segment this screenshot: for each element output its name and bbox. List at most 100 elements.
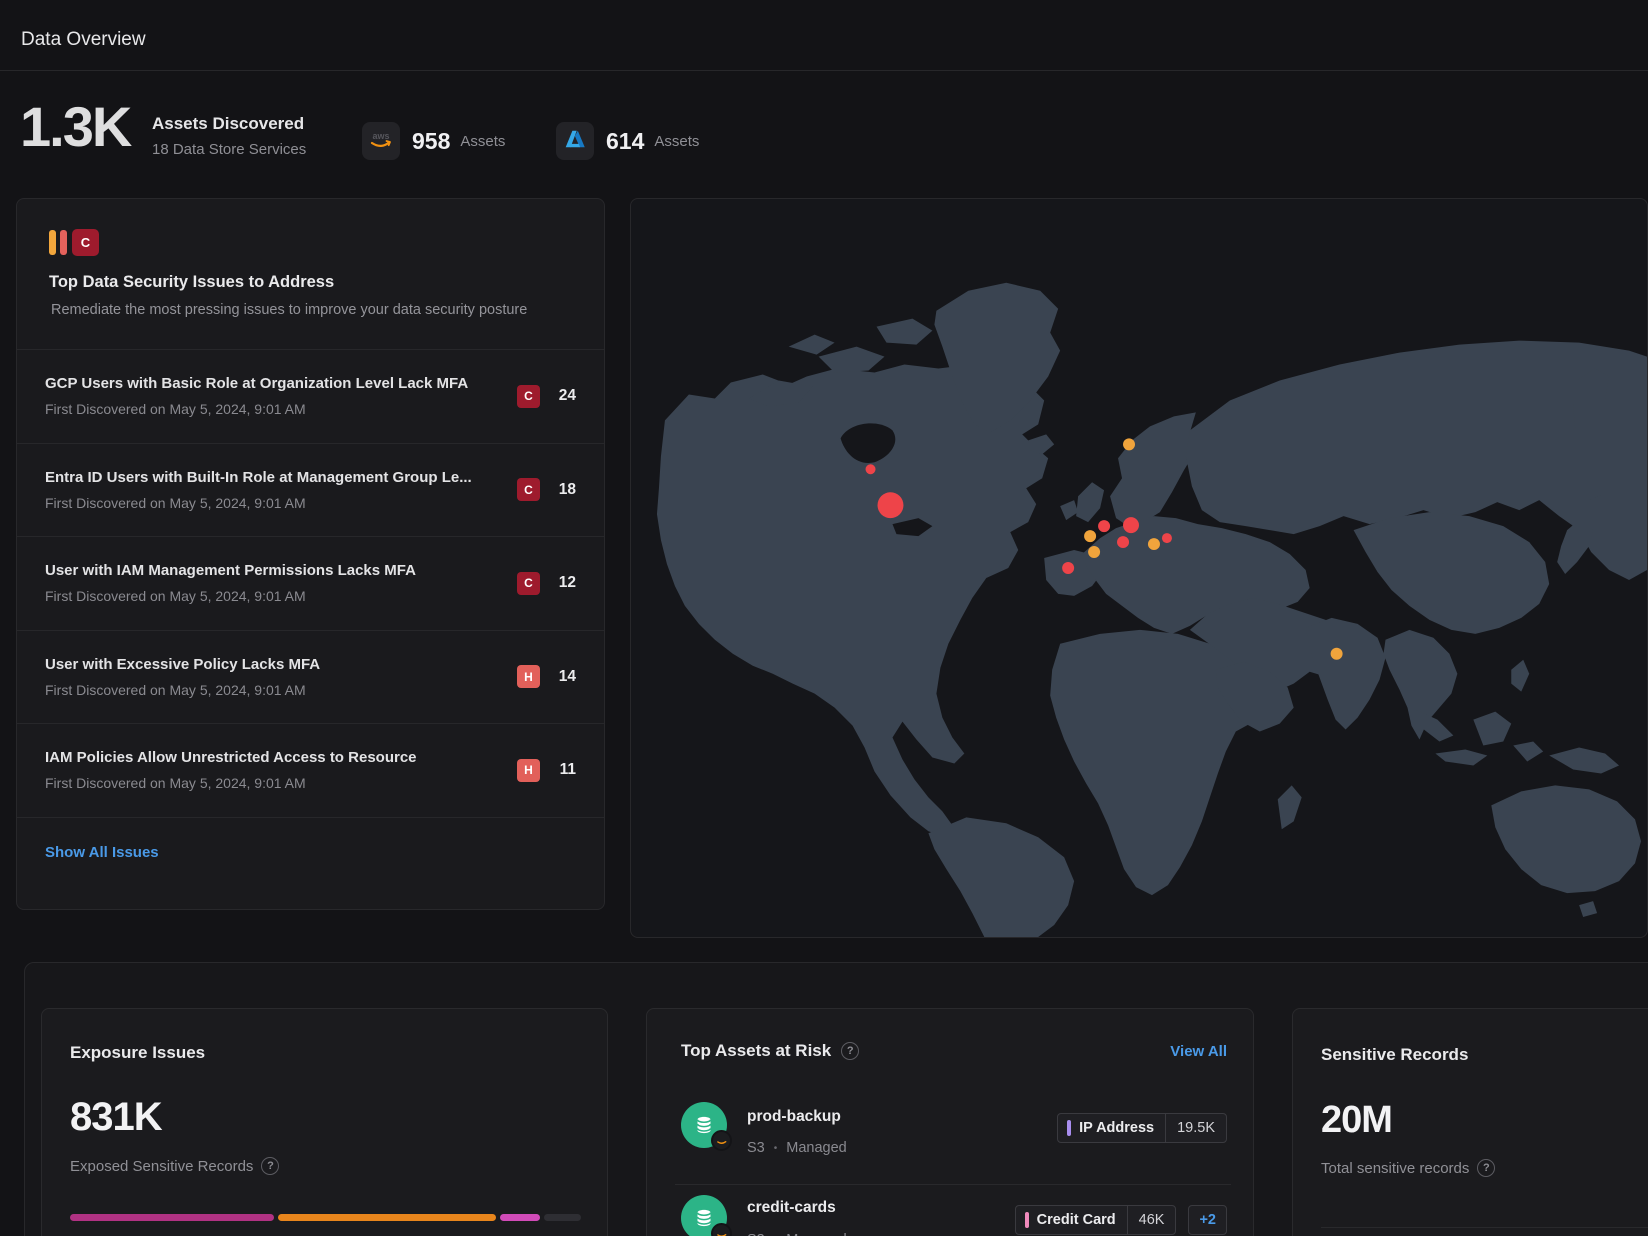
records-divider: [1321, 1227, 1648, 1228]
issue-row[interactable]: User with Excessive Policy Lacks MFA Fir…: [17, 630, 604, 724]
help-icon[interactable]: ?: [1477, 1159, 1495, 1177]
issue-row[interactable]: GCP Users with Basic Role at Organizatio…: [17, 349, 604, 443]
issue-title: User with IAM Management Permissions Lac…: [45, 562, 416, 579]
data-store-services-label: 18 Data Store Services: [152, 141, 306, 158]
severity-badge: H: [517, 665, 540, 688]
page-header: Data Overview: [0, 0, 1648, 71]
exposure-bar-segment: [544, 1214, 581, 1221]
map-dot-orange: [1123, 438, 1135, 450]
exposure-bar-segment: [278, 1214, 496, 1221]
exposure-issues-title: Exposure Issues: [70, 1043, 205, 1063]
aws-assets-stat: aws 958 Assets: [362, 122, 505, 160]
tag-color-bar: [1067, 1120, 1071, 1136]
issue-row[interactable]: Entra ID Users with Built-In Role at Man…: [17, 443, 604, 537]
help-icon[interactable]: ?: [261, 1157, 279, 1175]
top-issues-subtitle: Remediate the most pressing issues to im…: [51, 302, 572, 318]
issue-count: 24: [554, 387, 576, 405]
more-tags-chip[interactable]: +2: [1188, 1205, 1227, 1235]
issue-title: IAM Policies Allow Unrestricted Access t…: [45, 749, 417, 766]
map-dot-red: [878, 492, 904, 518]
exposure-issues-card: Exposure Issues 831K Exposed Sensitive R…: [41, 1008, 608, 1236]
issue-discovered: First Discovered on May 5, 2024, 9:01 AM: [45, 588, 416, 604]
aws-mini-badge: [711, 1223, 732, 1236]
issue-count: 12: [554, 574, 576, 592]
aws-assets-count: 958: [412, 128, 450, 155]
severity-badge: C: [517, 572, 540, 595]
issue-discovered: First Discovered on May 5, 2024, 9:01 AM: [45, 682, 320, 698]
map-dot-orange: [1084, 530, 1096, 542]
map-dot-red: [1123, 517, 1139, 533]
data-class-tag[interactable]: Credit Card 46K: [1015, 1205, 1177, 1235]
issue-title: User with Excessive Policy Lacks MFA: [45, 656, 320, 673]
sensitive-records-value: 20M: [1321, 1099, 1392, 1142]
asset-name: prod-backup: [747, 1108, 841, 1126]
data-class-tag[interactable]: IP Address 19.5K: [1057, 1113, 1227, 1143]
map-dot-red: [1162, 533, 1172, 543]
asset-service: S3: [747, 1140, 765, 1156]
map-dot-orange: [1148, 538, 1160, 550]
issue-count: 14: [554, 668, 576, 686]
issue-count: 11: [554, 761, 576, 779]
issue-discovered: First Discovered on May 5, 2024, 9:01 AM: [45, 775, 417, 791]
exposure-value: 831K: [70, 1095, 162, 1140]
tag-color-bar: [1025, 1212, 1029, 1228]
datastore-avatar: [681, 1195, 727, 1236]
azure-assets-count: 614: [606, 128, 644, 155]
exposure-bar: [70, 1214, 581, 1221]
exposure-bar-segment: [500, 1214, 540, 1221]
sensitive-records-label: Total sensitive records: [1321, 1160, 1469, 1177]
bottom-panel: Exposure Issues 831K Exposed Sensitive R…: [24, 962, 1648, 1236]
stats-row: 1.3K Assets Discovered 18 Data Store Ser…: [0, 72, 1648, 198]
issue-row[interactable]: IAM Policies Allow Unrestricted Access t…: [17, 723, 604, 817]
world-map: [631, 199, 1647, 937]
sensitive-records-card: Sensitive Records 20M Total sensitive re…: [1292, 1008, 1648, 1236]
top-issues-title: Top Data Security Issues to Address: [49, 273, 572, 292]
asset-status: Managed: [786, 1140, 846, 1156]
top-assets-title: Top Assets at Risk: [681, 1041, 831, 1061]
page-title: Data Overview: [21, 29, 146, 51]
issue-count: 18: [554, 481, 576, 499]
assets-discovered-value: 1.3K: [20, 94, 130, 159]
bullet-separator: •: [774, 1143, 778, 1154]
map-dot-red: [1098, 520, 1110, 532]
issue-row[interactable]: User with IAM Management Permissions Lac…: [17, 536, 604, 630]
severity-badge: H: [517, 759, 540, 782]
aws-icon: aws: [362, 122, 400, 160]
issue-title: GCP Users with Basic Role at Organizatio…: [45, 375, 468, 392]
map-dot-red: [1117, 536, 1129, 548]
sensitive-records-title: Sensitive Records: [1321, 1045, 1468, 1065]
map-dot-red: [866, 464, 876, 474]
azure-icon: [556, 122, 594, 160]
tag-label: Credit Card: [1037, 1212, 1116, 1228]
tag-count: 19.5K: [1166, 1114, 1226, 1142]
issue-discovered: First Discovered on May 5, 2024, 9:01 AM: [45, 495, 472, 511]
map-dot-red: [1062, 562, 1074, 574]
severity-badge: C: [517, 385, 540, 408]
view-all-link[interactable]: View All: [1170, 1043, 1227, 1060]
help-icon[interactable]: ?: [841, 1042, 859, 1060]
exposure-label: Exposed Sensitive Records: [70, 1158, 253, 1175]
tag-label: IP Address: [1079, 1120, 1154, 1136]
datastore-avatar: [681, 1102, 727, 1148]
asset-service: S3: [747, 1232, 765, 1236]
asset-status: Managed: [786, 1232, 846, 1236]
severity-badge: C: [517, 478, 540, 501]
row-divider: [675, 1184, 1231, 1185]
map-dot-orange: [1088, 546, 1100, 558]
asset-name: credit-cards: [747, 1199, 836, 1217]
show-all-issues-link[interactable]: Show All Issues: [45, 844, 159, 861]
map-dot-orange: [1331, 648, 1343, 660]
issue-title: Entra ID Users with Built-In Role at Man…: [45, 469, 472, 486]
aws-mini-badge: [711, 1130, 732, 1151]
tag-count: 46K: [1128, 1206, 1176, 1234]
map-landmasses: [657, 283, 1647, 937]
top-issues-card: C Top Data Security Issues to Address Re…: [16, 198, 605, 910]
azure-assets-stat: 614 Assets: [556, 122, 699, 160]
issue-discovered: First Discovered on May 5, 2024, 9:01 AM: [45, 401, 468, 417]
top-assets-card: Top Assets at Risk ? View All prod-ba: [646, 1008, 1254, 1236]
severity-stack-icon: C: [49, 229, 141, 256]
world-map-card: [630, 198, 1648, 938]
assets-discovered-label: Assets Discovered 18 Data Store Services: [152, 114, 306, 158]
aws-icon-text: aws: [372, 131, 389, 141]
exposure-bar-segment: [70, 1214, 274, 1221]
